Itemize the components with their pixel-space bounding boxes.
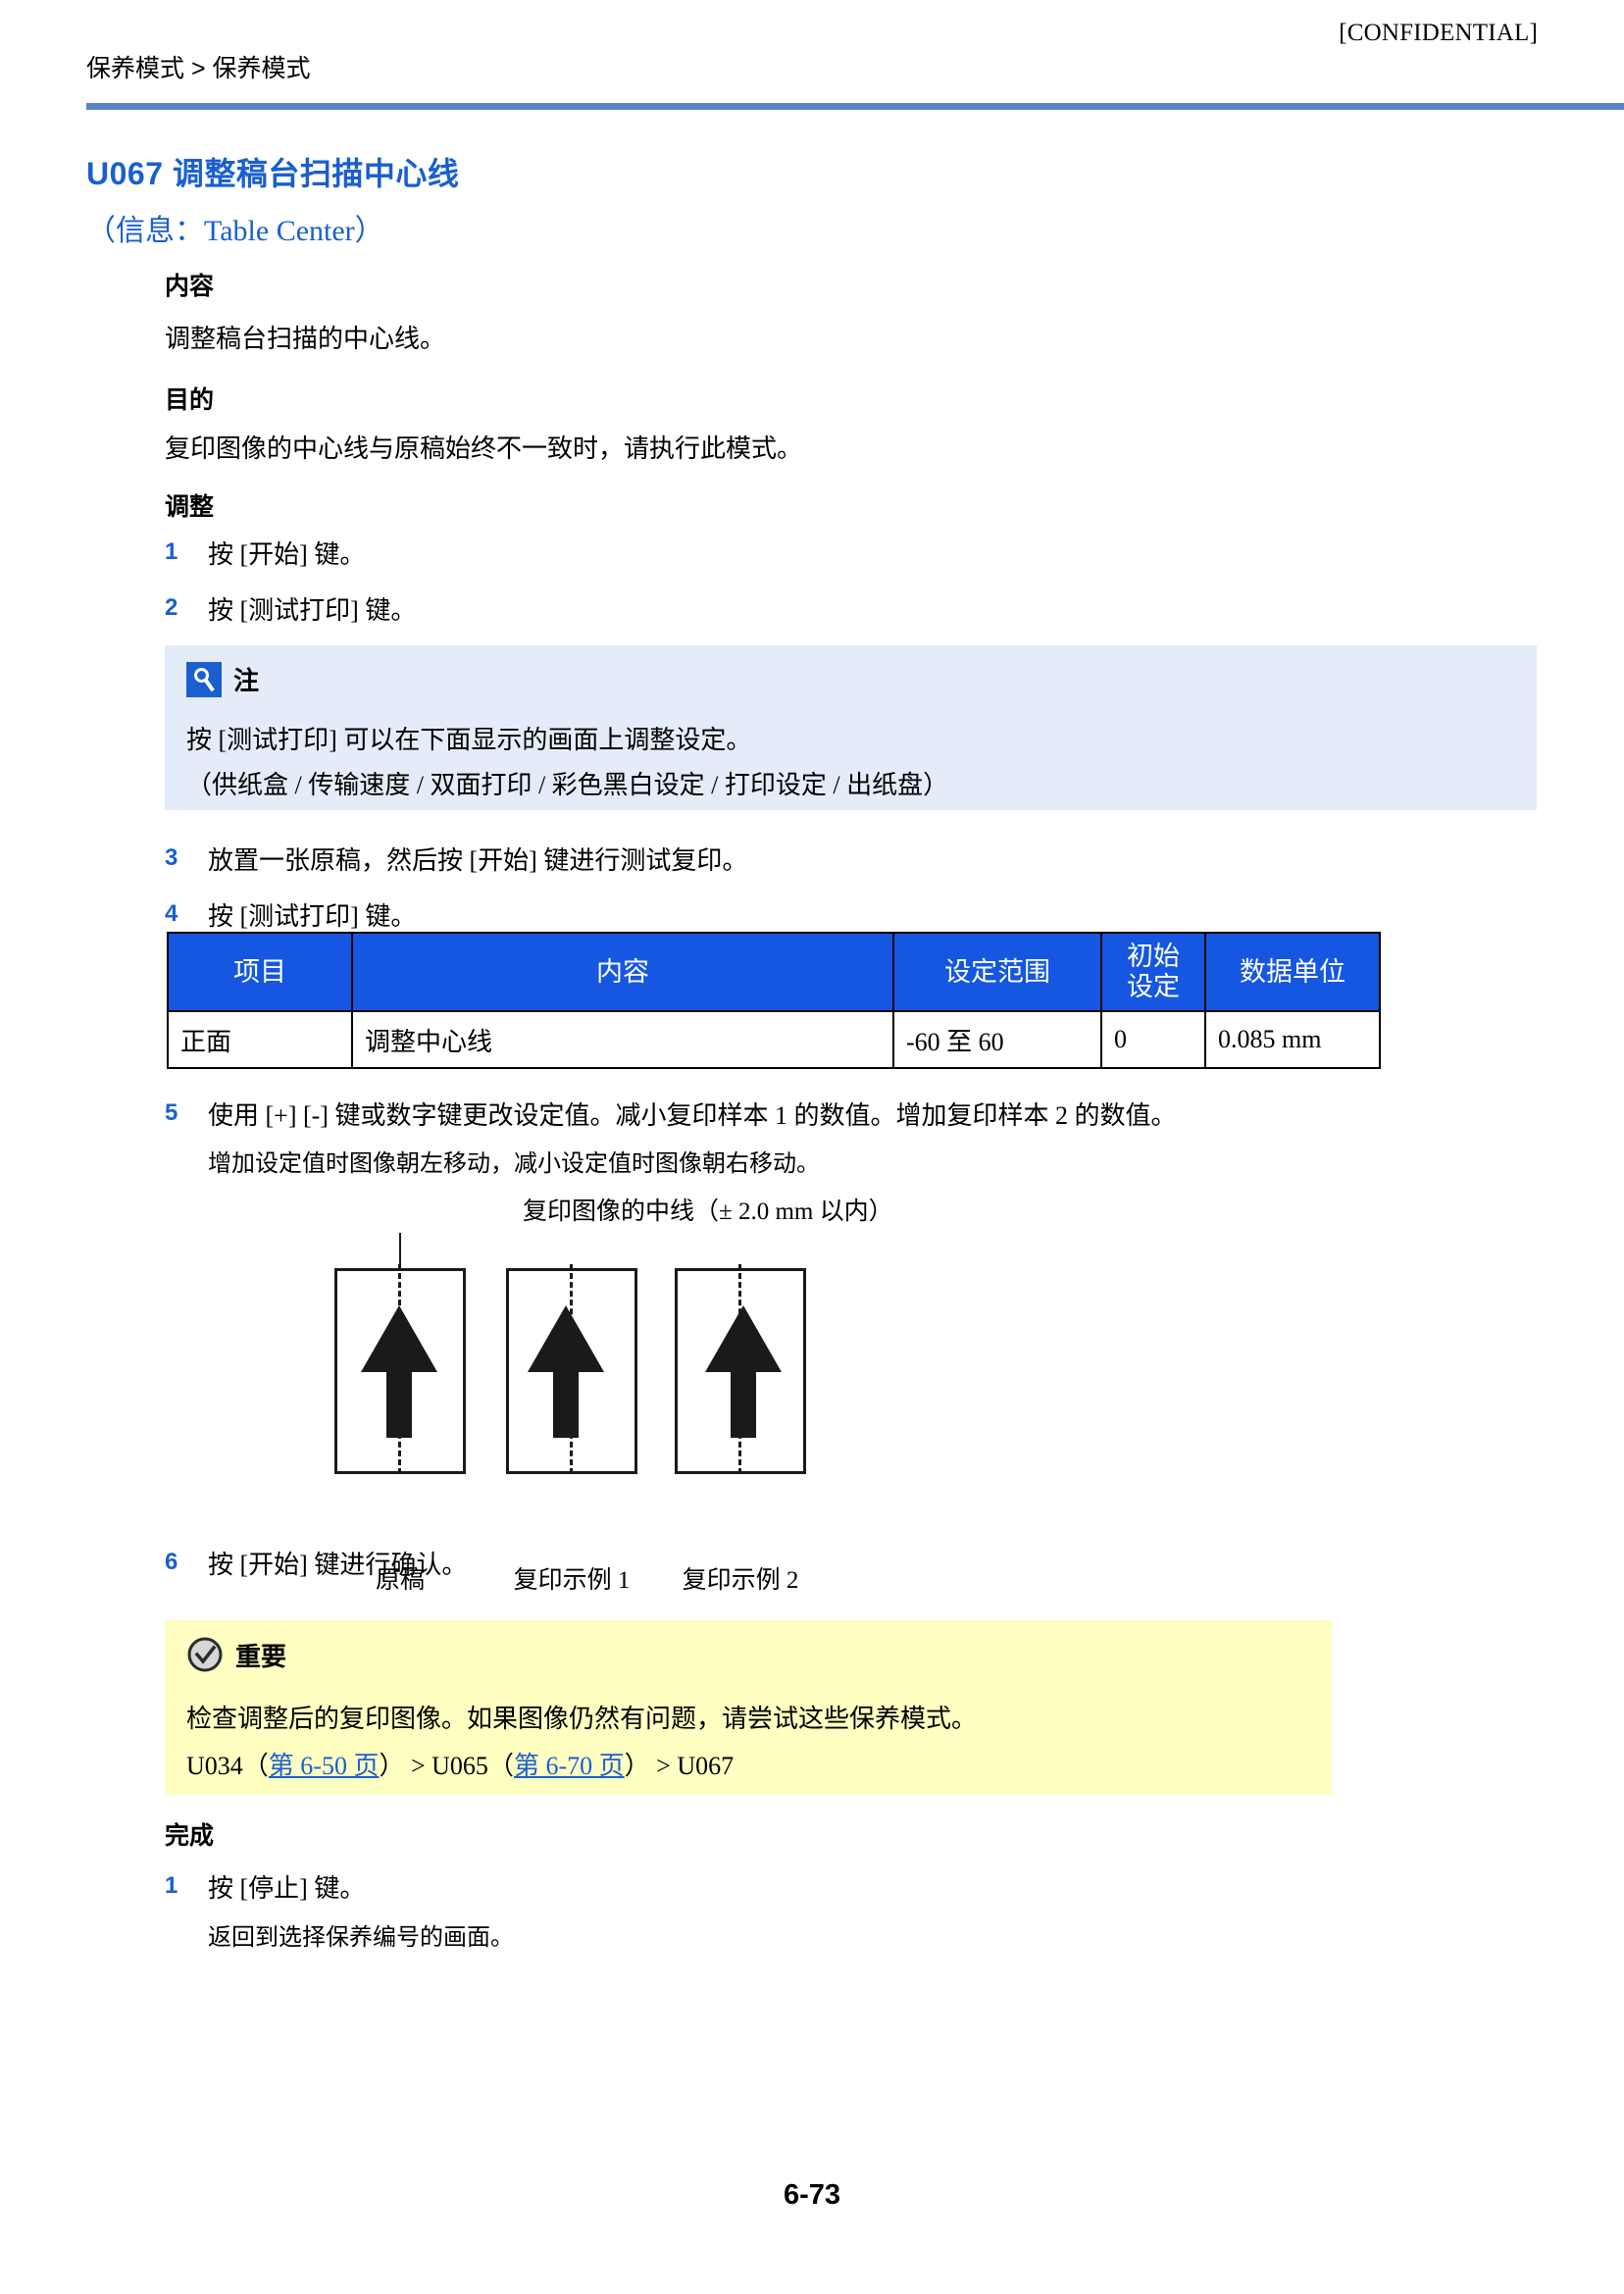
column-header-content: 内容 [351,932,894,1012]
column-header-initial: 初始 设定 [1100,932,1206,1012]
figure-copy-sample-2: 复印示例 2 [675,1264,806,1594]
step-text: 按 [开始] 键进行确认。 [208,1551,468,1579]
up-arrow-icon [528,1305,604,1438]
spec-table: 项目 内容 设定范围 初始 设定 数据单位 正面 调整中心线 -60 至 60 … [167,932,1381,1069]
arrow-shaft [386,1370,412,1438]
important-line-1: 检查调整后的复印图像。如果图像仍然有问题，请尝试这些保养模式。 [186,1705,978,1733]
xref-paren-close-2: ） [624,1752,650,1780]
step-subtext: 返回到选择保养编号的画面。 [208,1925,514,1951]
cell-unit: 0.085 mm [1204,1010,1381,1069]
step-number: 5 [165,1099,178,1126]
check-circle-icon [186,1636,224,1673]
up-arrow-icon [361,1305,437,1438]
arrow-head [528,1305,604,1372]
important-title-row: 重要 [186,1636,286,1673]
breadcrumb: 保养模式 > 保养模式 [86,55,311,82]
xref-part-u065: U065 [431,1752,488,1780]
column-header-initial-line2: 设定 [1127,972,1180,1001]
document-page: [CONFIDENTIAL] 保养模式 > 保养模式 U067 调整稿台扫描中心… [0,0,1624,2294]
page-subtitle: （信息：Table Center） [86,215,384,247]
xref-link-page-6-50[interactable]: 第 6-50 页 [269,1752,380,1780]
section-heading-adjust: 调整 [165,493,215,521]
note-pen-icon [186,661,222,697]
arrow-head [361,1305,437,1372]
arrow-head [705,1305,782,1372]
purpose-text: 复印图像的中心线与原稿始终不一致时，请执行此模式。 [165,434,803,463]
confidential-marker: [CONFIDENTIAL] [1339,20,1538,46]
figure-copy-sample-1: 复印示例 1 [506,1264,637,1594]
step-text: 使用 [+] [-] 键或数字键更改设定值。减小复印样本 1 的数值。增加复印样… [208,1101,1177,1130]
xref-separator-2: > [649,1752,678,1780]
step-number: 1 [165,1872,178,1899]
step-number: 1 [165,538,178,565]
arrow-shaft [553,1370,579,1438]
important-callout: 重要 检查调整后的复印图像。如果图像仍然有问题，请尝试这些保养模式。 U034（… [165,1620,1332,1795]
xref-link-page-6-70[interactable]: 第 6-70 页 [514,1752,625,1780]
cell-content: 调整中心线 [351,1010,894,1069]
step-number: 6 [165,1549,178,1575]
step-text: 按 [停止] 键。 [208,1874,366,1903]
column-header-unit: 数据单位 [1204,932,1381,1012]
xref-paren-close-1: ） [379,1752,405,1780]
column-header-range: 设定范围 [892,932,1102,1012]
xref-paren-open-1: （ [242,1752,269,1780]
figure-label: 复印示例 2 [682,1567,799,1594]
step-subtext: 增加设定值时图像朝左移动，减小设定值时图像朝右移动。 [208,1151,820,1177]
important-xref: U034（第 6-50 页） > U065（第 6-70 页） > U067 [186,1746,734,1782]
note-callout: 注 按 [测试打印] 可以在下面显示的画面上调整设定。 （供纸盒 / 传输速度 … [165,645,1537,810]
diagram-caption: 复印图像的中线（± 2.0 mm 以内） [523,1198,893,1225]
note-title-row: 注 [186,661,259,697]
xref-paren-open-2: （ [487,1752,514,1780]
section-heading-description: 内容 [165,273,215,300]
cell-item: 正面 [167,1010,353,1069]
description-text: 调整稿台扫描的中心线。 [165,325,446,353]
page-header: [CONFIDENTIAL] 保养模式 > 保养模式 [86,20,1538,88]
arrow-shaft [731,1370,756,1438]
xref-separator-1: > [404,1752,432,1780]
up-arrow-icon [705,1305,782,1438]
xref-part-u034: U034 [186,1752,243,1780]
note-title: 注 [233,666,260,695]
table-row: 正面 调整中心线 -60 至 60 0 0.085 mm [167,1010,1381,1069]
section-heading-purpose: 目的 [165,386,215,414]
column-header-initial-line1: 初始 [1127,942,1180,972]
note-line-2: （供纸盒 / 传输速度 / 双面打印 / 彩色黑白设定 / 打印设定 / 出纸盘… [186,771,949,799]
table-header-row: 项目 内容 设定范围 初始 设定 数据单位 [167,932,1381,1012]
figure-original: 原稿 [334,1264,466,1594]
table-header: 项目 内容 设定范围 初始 设定 数据单位 [167,932,1381,1012]
step-text: 放置一张原稿，然后按 [开始] 键进行测试复印。 [208,846,748,875]
center-line-diagram: 复印图像的中线（± 2.0 mm 以内） 原稿 复印示例 1 复印示例 2 [165,1192,1537,1594]
step-text: 按 [测试打印] 键。 [208,596,417,625]
step-text: 按 [开始] 键。 [208,540,366,569]
page-number: 6-73 [783,2179,841,2211]
note-line-1: 按 [测试打印] 可以在下面显示的画面上调整设定。 [186,726,752,754]
table-body: 正面 调整中心线 -60 至 60 0 0.085 mm [167,1010,1381,1069]
page-title: U067 调整稿台扫描中心线 [86,156,460,191]
xref-part-u067: U067 [677,1752,735,1780]
important-title: 重要 [235,1641,287,1671]
cell-range: -60 至 60 [892,1010,1102,1069]
header-divider [86,103,1624,110]
section-heading-complete: 完成 [165,1822,215,1850]
column-header-item: 项目 [167,932,353,1012]
cell-initial: 0 [1100,1010,1206,1069]
step-number: 4 [165,900,178,927]
step-number: 3 [165,844,178,871]
step-number: 2 [165,594,178,621]
step-text: 按 [测试打印] 键。 [208,902,417,931]
